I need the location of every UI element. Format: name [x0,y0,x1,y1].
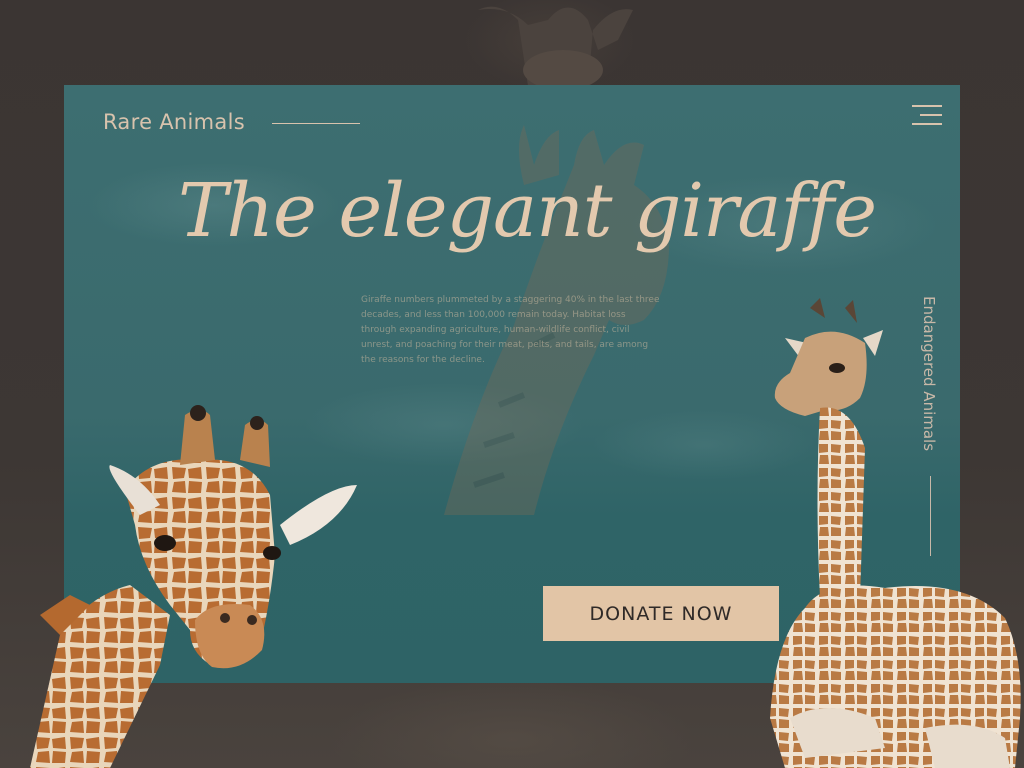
brand-divider [272,123,360,124]
hamburger-menu-icon[interactable] [912,105,942,127]
background-giraffe-image [478,6,633,86]
giraffe-right-image [770,298,1021,768]
brand-logo[interactable]: Rare Animals [103,110,245,134]
donate-button[interactable]: DONATE NOW [543,586,779,641]
hero-description: Giraffe numbers plummeted by a staggerin… [361,295,660,365]
giraffe-left-image [30,405,357,768]
hero-title: The elegant giraffe [178,168,877,254]
